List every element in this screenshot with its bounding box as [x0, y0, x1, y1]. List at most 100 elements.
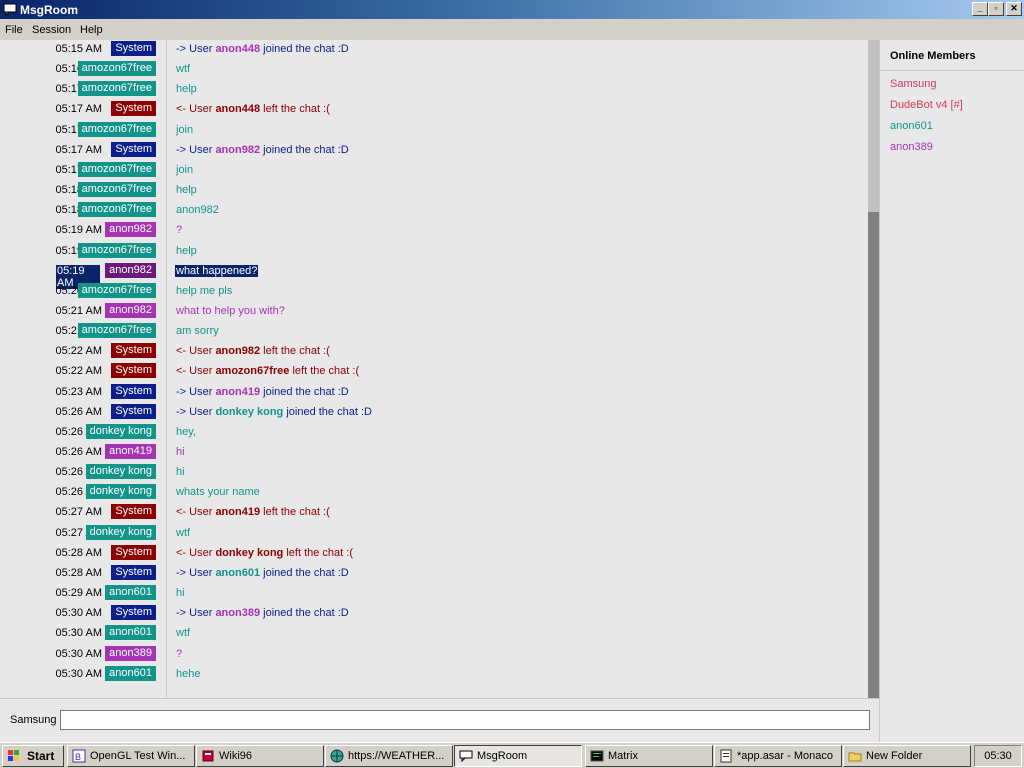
chat-message-row: 05:27 AM donkey kong wtf: [0, 524, 868, 544]
message-user-badge[interactable]: System: [111, 605, 156, 621]
message-user-badge[interactable]: amozon67free: [77, 242, 156, 258]
maximize-button[interactable]: ▫: [988, 2, 1004, 16]
message-user-badge[interactable]: anon982: [105, 302, 156, 318]
minimize-button[interactable]: _: [972, 2, 988, 16]
svg-text:B: B: [75, 752, 81, 762]
chat-icon: [459, 750, 473, 763]
message-input[interactable]: [60, 710, 870, 730]
online-member[interactable]: anon389: [890, 141, 933, 153]
menu-bar: File Session Help: [0, 20, 1024, 40]
message-user-badge[interactable]: anon389: [105, 645, 156, 661]
title-bar[interactable]: MsgRoom _ ▫ ✕: [0, 0, 1024, 19]
taskbar-item[interactable]: MsgRoom: [454, 745, 582, 767]
taskbar-item[interactable]: B OpenGL Test Win...: [67, 745, 195, 767]
message-user-badge[interactable]: amozon67free: [77, 121, 156, 137]
message-user-badge[interactable]: amozon67free: [77, 81, 156, 97]
message-user-badge[interactable]: amozon67free: [77, 202, 156, 218]
message-text: wtf: [176, 627, 191, 640]
message-time: 05:22 AM: [55, 365, 102, 378]
message-time: 05:27 AM: [55, 506, 102, 519]
message-user-badge[interactable]: donkey kong: [85, 484, 156, 500]
online-member[interactable]: Samsung: [890, 78, 936, 90]
taskbar-item-label: Matrix: [608, 750, 638, 762]
opengl-icon: B: [72, 749, 86, 763]
message-time: 05:30 AM: [55, 627, 102, 640]
message-text: hi: [176, 587, 185, 600]
message-username: donkey kong: [215, 546, 284, 559]
chat-scrollbar[interactable]: [868, 40, 879, 698]
taskbar-item[interactable]: https://WEATHER...: [325, 745, 453, 767]
taskbar-item[interactable]: Matrix: [585, 745, 713, 767]
message-text: <- User anon982 left the chat :(: [176, 345, 330, 358]
globe-icon: [330, 749, 344, 763]
chat-message-row: 05:16 AMamozon67freewtf: [0, 60, 868, 80]
message-user-badge[interactable]: amozon67free: [77, 323, 156, 339]
message-user-badge[interactable]: anon982: [105, 222, 156, 238]
message-text: ?: [176, 647, 183, 660]
chat-message-row: 05:30 AM anon601 hehe: [0, 665, 868, 685]
taskbar-item[interactable]: Wiki96: [196, 745, 324, 767]
chat-message-row: 05:22 AM System <- User anon982 left the c…: [0, 342, 868, 362]
message-user-badge[interactable]: System: [111, 403, 156, 419]
taskbar-item[interactable]: *app.asar - Monaco: [714, 745, 842, 767]
chat-message-row: 05:30 AM anon389?: [0, 645, 868, 665]
message-user-badge[interactable]: donkey kong: [85, 423, 156, 439]
message-user-badge[interactable]: System: [111, 101, 156, 117]
message-user-badge[interactable]: anon601: [105, 665, 156, 681]
taskbar-item-label: *app.asar - Monaco: [737, 750, 833, 762]
online-member[interactable]: DudeBot v4 [#]: [890, 99, 963, 111]
message-text: -> User anon419 joined the chat :D: [176, 385, 349, 398]
message-text: ?: [176, 224, 183, 237]
start-button[interactable]: Start: [2, 745, 64, 767]
message-user-badge[interactable]: anon601: [105, 585, 156, 601]
menu-file[interactable]: File: [5, 24, 23, 36]
message-user-badge[interactable]: System: [111, 504, 156, 520]
chat-message-row: 05:17 AMamozon67freejoin: [0, 161, 868, 181]
online-member[interactable]: anon601: [890, 120, 933, 132]
chat-log[interactable]: 05:15 AM System -> User anon448 joined the…: [0, 40, 868, 698]
message-username: anon419: [215, 506, 261, 519]
menu-help[interactable]: Help: [80, 24, 103, 36]
message-user-badge[interactable]: System: [111, 564, 156, 580]
message-user-badge[interactable]: donkey kong: [85, 524, 156, 540]
chat-message-row: 05:18 AMamozon67freeanon982: [0, 201, 868, 221]
message-time: 05:22 AM: [55, 345, 102, 358]
message-user-badge[interactable]: System: [111, 41, 156, 56]
message-user-badge[interactable]: System: [111, 363, 156, 379]
message-user-badge[interactable]: System: [111, 544, 156, 560]
message-user-badge[interactable]: System: [111, 141, 156, 157]
message-user-badge[interactable]: System: [111, 383, 156, 399]
taskbar-item[interactable]: New Folder: [843, 745, 971, 767]
message-user-badge[interactable]: amozon67free: [77, 61, 156, 77]
message-username: donkey kong: [215, 405, 284, 418]
message-username: anon448: [215, 43, 261, 55]
message-user-badge[interactable]: anon982: [105, 262, 156, 278]
close-button[interactable]: ✕: [1006, 2, 1022, 16]
message-user-badge[interactable]: amozon67free: [77, 182, 156, 198]
chat-icon: [3, 3, 17, 16]
message-time: 05:26 AM: [55, 405, 102, 418]
chat-message-row: 05:15 AM System -> User anon448 joined the…: [0, 40, 868, 60]
menu-session[interactable]: Session: [32, 24, 71, 36]
message-text: -> User donkey kong joined the chat :D: [176, 405, 372, 418]
chat-message-row: 05:17 AM System <- User anon448 left the c…: [0, 100, 868, 120]
message-user-badge[interactable]: System: [111, 343, 156, 359]
message-time: 05:19 AM: [55, 224, 102, 237]
taskbar-item-label: OpenGL Test Win...: [90, 750, 186, 762]
message-user-badge[interactable]: amozon67free: [77, 161, 156, 177]
message-user-badge[interactable]: anon601: [105, 625, 156, 641]
message-text: hi: [176, 466, 185, 479]
message-time: 05:29 AM: [55, 587, 102, 600]
message-username: anon982: [215, 345, 261, 358]
chat-message-row: 05:26 AM donkey kong whats your name: [0, 483, 868, 503]
windows-logo-icon: [8, 750, 19, 761]
scrollbar-thumb[interactable]: [868, 212, 879, 698]
message-time: 05:21 AM: [55, 304, 102, 317]
chat-message-row: 05:17 AM System -> User anon982 joined the…: [0, 141, 868, 161]
message-username: anon448: [215, 103, 261, 116]
message-username: anon419: [215, 385, 261, 398]
message-user-badge[interactable]: donkey kong: [85, 464, 156, 480]
message-user-badge[interactable]: amozon67free: [77, 282, 156, 298]
chat-message-row: 05:26 AM System -> User donkey kong joined…: [0, 403, 868, 423]
message-user-badge[interactable]: anon419: [105, 444, 156, 459]
